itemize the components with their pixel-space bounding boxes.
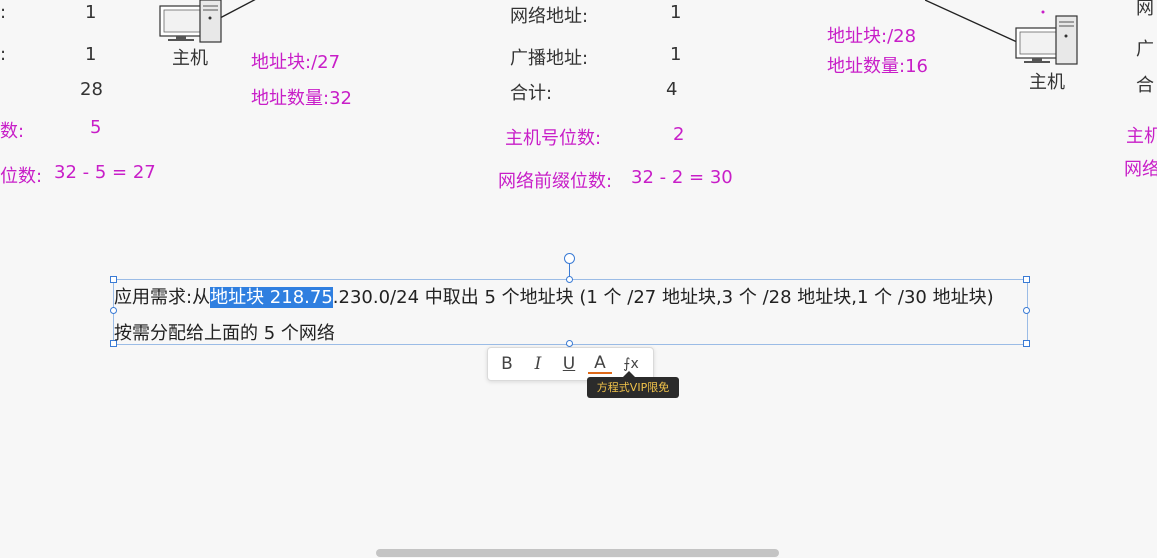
computer-right-label: 主机: [1029, 72, 1065, 93]
middle-network-addr-label: 网络地址:: [510, 6, 589, 27]
resize-handle-bottom[interactable]: [566, 340, 573, 347]
resize-handle-top-left[interactable]: [110, 276, 117, 283]
right-addr-block: 地址块:/28: [827, 26, 917, 47]
far-right-line5: 网络: [1124, 159, 1157, 180]
middle-prefix-calc: 32 - 2 = 30: [631, 167, 733, 188]
text-selection[interactable]: 地址块 218.75: [210, 287, 333, 308]
italic-button[interactable]: I: [526, 352, 550, 376]
middle-total-label: 合计:: [510, 83, 553, 104]
vip-tooltip: 方程式VIP限免: [587, 371, 679, 398]
left-prefix-calc: 32 - 5 = 27: [54, 162, 156, 183]
left-row1-label: :: [0, 2, 7, 23]
far-right-line3: 合: [1136, 75, 1154, 96]
middle-broadcast-value: 1: [670, 44, 682, 65]
underline-button[interactable]: U: [557, 352, 581, 376]
far-right-line1: 网: [1136, 0, 1154, 19]
middle-prefix-label: 网络前缀位数:: [498, 171, 613, 192]
left-row3-value: 28: [80, 79, 103, 100]
left-host-bits-value: 5: [90, 117, 102, 138]
resize-handle-bottom-right[interactable]: [1023, 340, 1030, 347]
middle-total-value: 4: [666, 79, 678, 100]
left-prefix-label: 位数:: [0, 166, 43, 187]
left-addr-count: 地址数量:32: [251, 88, 352, 109]
computer-left-label: 主机: [172, 48, 208, 69]
textbox-line-1-suffix: .230.0/24 中取出 5 个地址块 (1 个 /27 地址块,3 个 /2…: [332, 287, 994, 308]
right-addr-count: 地址数量:16: [827, 56, 928, 77]
left-host-bits-label: 数:: [0, 121, 25, 142]
font-color-button[interactable]: A: [588, 352, 612, 374]
resize-handle-top-right[interactable]: [1023, 276, 1030, 283]
middle-network-addr-value: 1: [670, 2, 682, 23]
bold-button[interactable]: B: [495, 352, 519, 376]
rotate-handle[interactable]: [564, 253, 575, 264]
far-right-line2: 广: [1136, 39, 1154, 60]
left-row2-label: :: [0, 44, 7, 65]
resize-handle-right[interactable]: [1023, 307, 1030, 314]
textbox-line-1-prefix: 应用需求:从: [114, 287, 211, 308]
middle-host-bits-value: 2: [673, 124, 685, 145]
resize-handle-top[interactable]: [566, 276, 573, 283]
left-row2-value: 1: [85, 44, 97, 65]
far-right-line4: 主机: [1126, 126, 1157, 147]
horizontal-scrollbar[interactable]: [376, 549, 779, 557]
textbox-line-1[interactable]: 应用需求:从地址块 218.75.230.0/24 中取出 5 个地址块 (1 …: [114, 283, 994, 309]
middle-broadcast-label: 广播地址:: [510, 48, 589, 69]
computer-left-icon: [159, 0, 256, 43]
textbox-line-2[interactable]: 按需分配给上面的 5 个网络: [114, 319, 335, 345]
middle-host-bits-label: 主机号位数:: [505, 128, 602, 149]
left-row1-value: 1: [85, 2, 97, 23]
left-addr-block: 地址块:/27: [251, 52, 341, 73]
computer-right-icon: [925, 0, 1078, 65]
